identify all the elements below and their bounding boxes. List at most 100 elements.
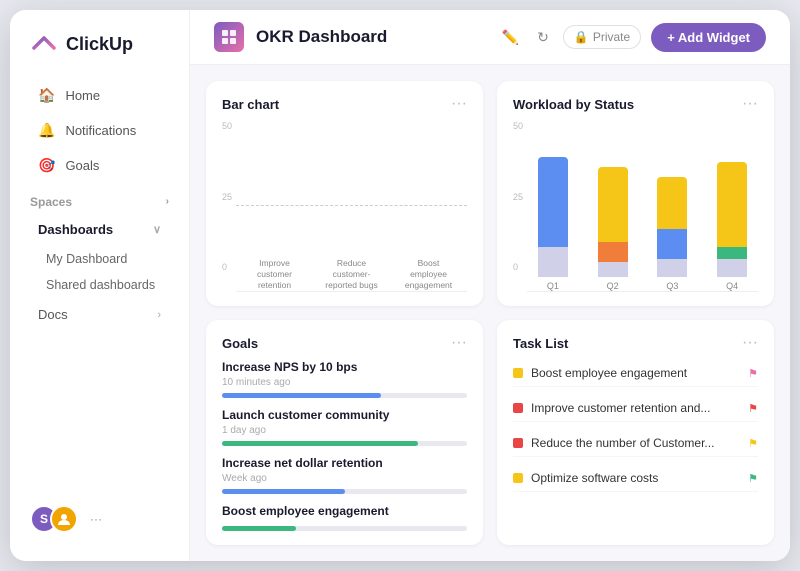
seg-q3-blue [657,229,687,259]
bar-group-2: Boost employeeengagement [400,254,457,291]
bar-label-1: Reduce customer-reported bugs [323,258,380,291]
bar-chart-card: Bar chart ··· 50 25 0 [206,81,483,306]
stacked-bars: Q1 Q2 [527,121,758,292]
dashboards-chevron-icon: ∨ [153,223,161,236]
sidebar-docs-label: Docs [38,307,68,322]
seg-q4-green [717,247,747,259]
add-widget-button[interactable]: + Add Widget [651,23,766,52]
person-icon [57,512,71,526]
task-list-menu-icon[interactable]: ··· [742,334,758,352]
seg-q2-orange [598,242,628,262]
goal-name-3: Boost employee engagement [222,504,467,518]
goal-time-2: Week ago [222,473,467,484]
workload-chart-card: Workload by Status ··· 50 25 0 [497,81,774,306]
avatar-p [50,505,78,533]
sidebar-home-label: Home [65,88,100,103]
task-dot-0 [513,368,523,378]
page-title: OKR Dashboard [256,27,387,47]
private-badge[interactable]: 🔒 Private [563,25,641,49]
sidebar-footer: S ··· [10,493,189,545]
sidebar-item-home[interactable]: 🏠 Home [18,79,181,112]
stacked-group-q2: Q2 [595,167,631,291]
goal-item-2: Increase net dollar retention Week ago [222,456,467,494]
header: OKR Dashboard ✏️ ↻ 🔒 Private + Add Widge… [190,10,790,65]
seg-q2-yellow [598,167,628,242]
dashed-line [236,205,467,206]
goal-time-0: 10 minutes ago [222,377,467,388]
lock-icon: 🔒 [574,30,589,44]
bar-chart-menu-icon[interactable]: ··· [451,95,467,113]
seg-q2-gray [598,262,628,277]
edit-button[interactable]: ✏️ [498,25,523,50]
task-item-1: Improve customer retention and... ⚑ [513,395,758,422]
q3-label: Q3 [666,281,678,291]
goal-bar-fill-1 [222,441,418,446]
sidebar-item-dashboards[interactable]: Dashboards ∨ [18,214,181,245]
goal-time-1: 1 day ago [222,425,467,436]
home-icon: 🏠 [38,87,55,104]
workload-menu-icon[interactable]: ··· [742,95,758,113]
y-label-max: 50 [222,121,232,131]
w-y-mid: 25 [513,192,523,202]
dashboard-icon [214,22,244,52]
bar-chart-title: Bar chart [222,97,279,112]
main-content: OKR Dashboard ✏️ ↻ 🔒 Private + Add Widge… [190,10,790,561]
stacked-bar-q2 [598,167,628,277]
bell-icon: 🔔 [38,122,55,139]
goal-bar-bg-3 [222,526,467,531]
w-y-min: 0 [513,262,523,272]
workload-header: Workload by Status ··· [513,95,758,113]
seg-q1-blue [538,157,568,247]
goals-icon: 🎯 [38,157,55,174]
stacked-bar-q3 [657,177,687,277]
task-dot-1 [513,403,523,413]
header-actions: ✏️ ↻ 🔒 Private + Add Widget [498,23,766,52]
goals-card-title: Goals [222,336,258,351]
workload-title: Workload by Status [513,97,634,112]
stacked-bar-q1 [538,157,568,277]
sidebar-goals-label: Goals [65,158,99,173]
spaces-chevron-icon: › [166,196,169,207]
task-name-0: Boost employee engagement [531,366,740,380]
stacked-group-q1: Q1 [535,157,571,291]
goals-menu-icon[interactable]: ··· [451,334,467,352]
task-item-2: Reduce the number of Customer... ⚑ [513,430,758,457]
bar-chart-area: 50 25 0 Improve customerretention [222,121,467,292]
bar-chart-header: Bar chart ··· [222,95,467,113]
sidebar-item-docs[interactable]: Docs › [18,299,181,330]
private-label: Private [593,30,630,44]
y-label-min: 0 [222,262,232,272]
sidebar-item-shared-dashboards[interactable]: Shared dashboards [10,272,189,298]
task-list-title: Task List [513,336,568,351]
w-y-max: 50 [513,121,523,131]
clickup-logo-icon [30,30,58,58]
sidebar: ClickUp 🏠 Home 🔔 Notifications 🎯 Goals S… [10,10,190,561]
task-flag-3: ⚑ [748,472,758,485]
goal-bar-bg-1 [222,441,467,446]
sidebar-item-my-dashboard[interactable]: My Dashboard [10,246,189,272]
goals-header: Goals ··· [222,334,467,352]
grid-icon [221,29,237,45]
sidebar-notifications-label: Notifications [65,123,136,138]
bars-container: Improve customerretention Reduce custome… [236,121,467,292]
sidebar-item-notifications[interactable]: 🔔 Notifications [18,114,181,147]
q2-label: Q2 [607,281,619,291]
avatar-group: S [30,505,78,533]
task-flag-0: ⚑ [748,367,758,380]
task-item-0: Boost employee engagement ⚑ [513,360,758,387]
goal-bar-bg-2 [222,489,467,494]
goals-list: Increase NPS by 10 bps 10 minutes ago La… [222,360,467,531]
task-dot-2 [513,438,523,448]
bar-group-1: Reduce customer-reported bugs [323,254,380,291]
refresh-button[interactable]: ↻ [533,25,553,50]
q1-label: Q1 [547,281,559,291]
task-flag-2: ⚑ [748,437,758,450]
sidebar-item-goals[interactable]: 🎯 Goals [18,149,181,182]
app-window: ClickUp 🏠 Home 🔔 Notifications 🎯 Goals S… [10,10,790,561]
goal-name-1: Launch customer community [222,408,467,422]
task-list-header: Task List ··· [513,334,758,352]
goal-item-1: Launch customer community 1 day ago [222,408,467,446]
spaces-section: Spaces › [10,183,189,213]
task-list-card: Task List ··· Boost employee engagement … [497,320,774,545]
logo[interactable]: ClickUp [10,26,189,78]
